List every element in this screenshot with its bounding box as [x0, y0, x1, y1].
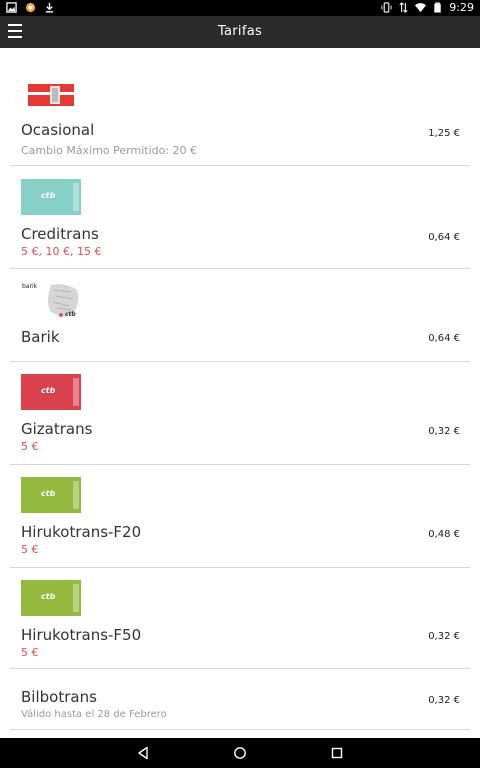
item-price: 0,48 € [428, 529, 460, 540]
item-name: Creditrans [21, 225, 99, 243]
list-item-hirukotrans-f20[interactable]: ctb Hirukotrans-F20 5 € 0,48 € [10, 465, 470, 568]
gallery-icon [6, 2, 17, 13]
hirukotrans-f20-card-image: ctb [21, 477, 81, 513]
item-name: Gizatrans [21, 420, 93, 438]
item-subtitle: 5 € [21, 646, 39, 659]
wifi-icon [415, 3, 427, 13]
item-price: 0,32 € [428, 426, 460, 437]
list-item-barik[interactable]: barik ctb Barik 0,64 € [10, 269, 470, 362]
item-price: 0,64 € [428, 232, 460, 243]
barik-card-image: barik ctb [21, 282, 81, 318]
item-price: 0,64 € [428, 333, 460, 344]
barik-ctb-logo: ctb [65, 311, 76, 318]
creditrans-card-image: ctb [21, 179, 81, 215]
list-item-bilbotrans[interactable]: Bilbotrans Válido hasta el 28 de Febrero… [10, 669, 470, 730]
page-title: Tarifas [217, 24, 263, 39]
list-item-creditrans[interactable]: ctb Creditrans 5 €, 10 €, 15 € 0,64 € [10, 166, 470, 269]
item-name: Barik [21, 328, 60, 346]
item-name: Bilbotrans [21, 688, 97, 706]
ctb-logo: ctb [41, 386, 56, 395]
item-price: 0,32 € [428, 695, 460, 706]
status-bar-right: 9:29 [381, 1, 474, 14]
item-name: Hirukotrans-F50 [21, 626, 142, 644]
item-subtitle: 5 € [21, 543, 39, 556]
item-price: 1,25 € [428, 128, 460, 139]
status-bar: 9:29 [0, 0, 480, 16]
list-item-hirukotrans-f50[interactable]: ctb Hirukotrans-F50 5 € 0,32 € [10, 568, 470, 669]
data-icon [399, 2, 408, 13]
battery-icon [434, 2, 442, 13]
item-price: 0,32 € [428, 631, 460, 642]
back-icon[interactable] [136, 746, 150, 760]
item-name: Hirukotrans-F20 [21, 523, 142, 541]
vibrate-icon [381, 2, 392, 13]
navigation-bar [0, 738, 480, 768]
status-bar-left [6, 2, 55, 13]
item-subtitle: Válido hasta el 28 de Febrero [21, 709, 167, 720]
gizatrans-card-image: ctb [21, 374, 81, 410]
item-subtitle: 5 €, 10 €, 15 € [21, 245, 102, 258]
list-item-ocasional[interactable]: Ocasional Cambio Máximo Permitido: 20 € … [10, 48, 470, 166]
item-name: Ocasional [21, 121, 95, 139]
download-icon [45, 2, 54, 13]
hirukotrans-f50-card-image: ctb [21, 580, 81, 616]
app-notification-icon [25, 2, 36, 13]
ctb-logo: ctb [41, 592, 56, 601]
recents-icon[interactable] [330, 746, 344, 760]
ctb-logo: ctb [41, 489, 56, 498]
fares-list: Ocasional Cambio Máximo Permitido: 20 € … [0, 48, 480, 738]
status-time: 9:29 [449, 1, 474, 14]
list-item-gizatrans[interactable]: ctb Gizatrans 5 € 0,32 € [10, 362, 470, 465]
item-subtitle: 5 € [21, 440, 39, 453]
ctb-logo: ctb [41, 191, 56, 200]
item-subtitle: Cambio Máximo Permitido: 20 € [21, 144, 198, 157]
app-bar: Tarifas [0, 16, 480, 48]
ticket-card-image [28, 84, 74, 106]
home-icon[interactable] [233, 746, 247, 760]
